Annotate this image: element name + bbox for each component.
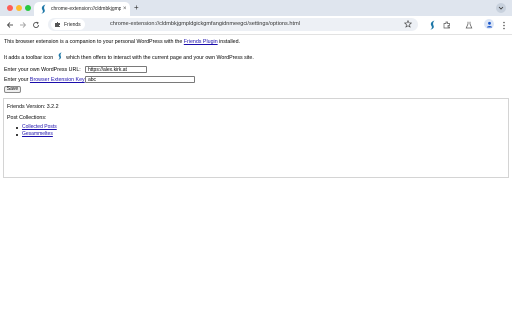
browser-extension-key-link[interactable]: Browser Extension Key (30, 77, 85, 83)
site-info-chip[interactable]: Friends (51, 19, 85, 30)
toolbar-note-before: It adds a toolbar icon (4, 55, 54, 61)
url-text[interactable]: chrome-extension://cldmbkjgmpldgickgmfan… (110, 18, 300, 31)
info-panel: Friends Version: 3.2.2 Post Collections:… (3, 98, 509, 178)
list-item: Gesammeltes (16, 131, 57, 138)
page-content: This browser extension is a companion to… (0, 35, 512, 320)
forward-arrow-icon[interactable] (18, 20, 28, 30)
site-chip-label: Friends (64, 21, 81, 28)
save-button[interactable]: Save (4, 86, 21, 93)
back-arrow-icon[interactable] (5, 20, 15, 30)
intro-before: This browser extension is a companion to… (4, 39, 184, 45)
key-label-before: Enter your (4, 77, 30, 83)
profile-avatar[interactable] (484, 19, 494, 29)
friends-version: Friends Version: 3.2.2 (7, 104, 59, 110)
wordpress-url-label: Enter your own WordPress URL: (4, 67, 81, 73)
collection-link-collected-posts[interactable]: Collected Posts (22, 124, 57, 130)
person-icon (486, 21, 492, 27)
chevron-down-icon (498, 6, 504, 10)
close-window-button[interactable] (7, 5, 13, 11)
maximize-window-button[interactable] (25, 5, 31, 11)
collection-link-gesammeltes[interactable]: Gesammeltes (22, 131, 53, 137)
post-collections-list: Collected Posts Gesammeltes (16, 124, 57, 138)
toolbar-note-after: which then offers to interact with the c… (66, 55, 254, 61)
tab-active[interactable]: chrome-extension://cldmbkjgmpl × (34, 2, 130, 16)
browser-toolbar: Friends chrome-extension://cldmbkjgmpldg… (0, 16, 512, 35)
tab-close-icon[interactable]: × (123, 6, 127, 12)
minimize-window-button[interactable] (16, 5, 22, 11)
extension-puzzle-icon (55, 22, 60, 27)
extension-key-label: Enter your Browser Extension Key: (4, 77, 86, 83)
friends-extension-icon (40, 4, 48, 14)
friends-plugin-link[interactable]: Friends Plugin (184, 39, 218, 45)
reload-icon[interactable] (31, 20, 41, 30)
post-collections-label: Post Collections: (7, 115, 47, 121)
intro-after: installed. (217, 39, 241, 45)
extensions-puzzle-icon[interactable] (442, 20, 452, 30)
address-bar[interactable]: Friends chrome-extension://cldmbkjgmpldg… (48, 18, 418, 31)
tab-title: chrome-extension://cldmbkjgmpl (51, 6, 121, 12)
wordpress-url-input[interactable] (85, 66, 147, 73)
friends-extension-icon[interactable] (427, 20, 437, 30)
extension-key-input[interactable] (85, 76, 195, 83)
list-item: Collected Posts (16, 124, 57, 131)
browser-menu-icon[interactable] (499, 20, 509, 30)
friends-toolbar-icon (57, 52, 62, 60)
toolbar-note: It adds a toolbar icon which then offers… (4, 52, 254, 61)
tab-strip: chrome-extension://cldmbkjgmpl × + (0, 0, 512, 16)
intro-text: This browser extension is a companion to… (4, 39, 240, 45)
bookmark-star-icon[interactable] (404, 20, 412, 28)
new-tab-button[interactable]: + (134, 3, 139, 13)
lab-flask-icon[interactable] (464, 20, 474, 30)
tab-search-button[interactable] (496, 3, 506, 13)
